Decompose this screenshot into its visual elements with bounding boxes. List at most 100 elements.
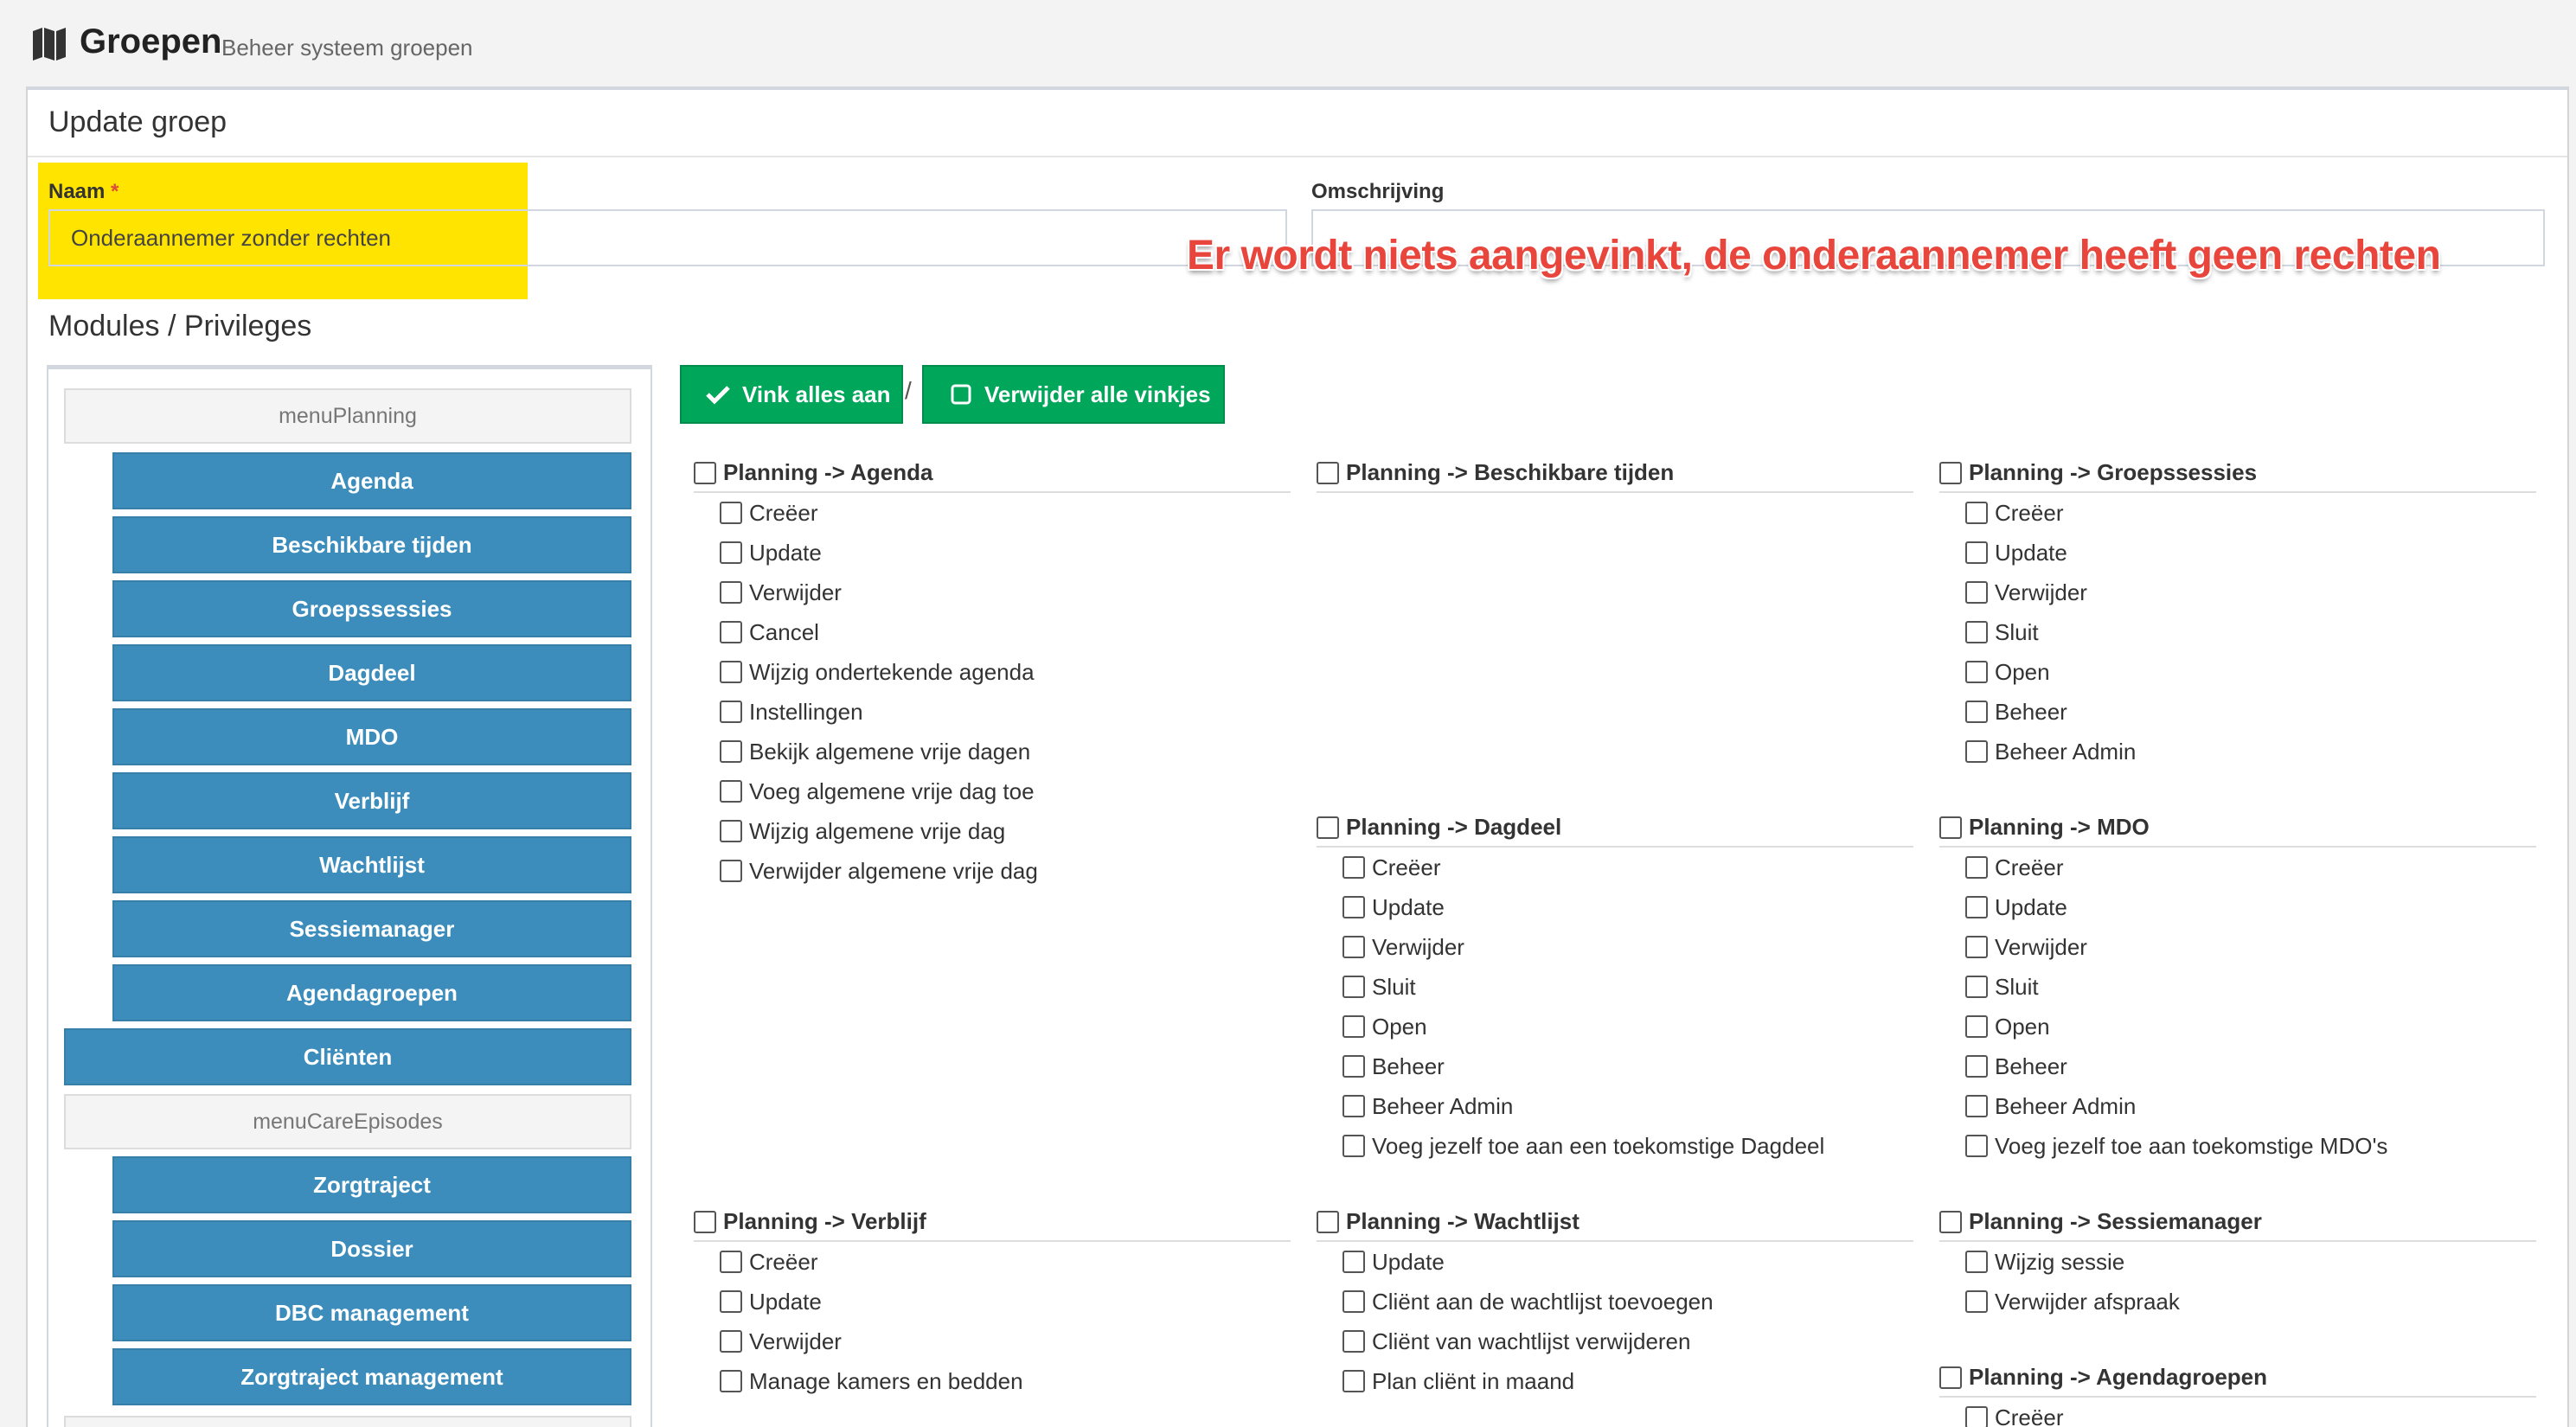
permission-item[interactable]: Wijzig ondertekende agenda [694,652,1291,692]
permission-item[interactable]: Verwijder algemene vrije dag [694,851,1291,891]
permission-item[interactable]: Creëer [694,493,1291,533]
permission-checkbox[interactable] [720,1251,742,1273]
permission-checkbox[interactable] [720,502,742,524]
permission-checkbox[interactable] [720,1330,742,1353]
group-checkbox[interactable] [694,462,716,484]
permission-checkbox[interactable] [720,581,742,604]
permission-item[interactable]: Cliënt van wachtlijst verwijderen [1317,1321,1913,1361]
permission-checkbox[interactable] [1342,976,1365,998]
sidebar-item-dossier[interactable]: Dossier [112,1220,631,1277]
permission-checkbox[interactable] [1965,701,1988,723]
sidebar-item-dbc-management[interactable]: DBC management [112,1284,631,1341]
permission-item[interactable]: Wijzig sessie [1939,1242,2536,1282]
permission-checkbox[interactable] [720,740,742,763]
permission-item[interactable]: Verwijder afspraak [1939,1282,2536,1321]
group-title[interactable]: Planning -> Agendagroepen [1939,1360,2536,1398]
permission-checkbox[interactable] [1965,541,1988,564]
permission-item[interactable]: Creëer [1939,848,2536,887]
permission-item[interactable]: Update [1317,1242,1913,1282]
permission-checkbox[interactable] [1342,1055,1365,1078]
permission-checkbox[interactable] [1342,1015,1365,1038]
permission-item[interactable]: Creëer [1939,493,2536,533]
permission-item[interactable]: Beheer Admin [1939,732,2536,771]
group-title[interactable]: Planning -> MDO [1939,809,2536,848]
permission-item[interactable]: Sluit [1939,612,2536,652]
permission-checkbox[interactable] [720,1370,742,1392]
sidebar-item-zorgtraject-management[interactable]: Zorgtraject management [112,1348,631,1405]
group-title[interactable]: Planning -> Dagdeel [1317,809,1913,848]
permission-checkbox[interactable] [720,621,742,643]
menu-header-next[interactable] [64,1416,631,1427]
permission-checkbox[interactable] [1965,740,1988,763]
sidebar-item-beschikbare-tijden[interactable]: Beschikbare tijden [112,516,631,573]
permission-item[interactable]: Cancel [694,612,1291,652]
permission-checkbox[interactable] [1965,1406,1988,1427]
permission-item[interactable]: Bekijk algemene vrije dagen [694,732,1291,771]
group-title[interactable]: Planning -> Agenda [694,455,1291,493]
permission-item[interactable]: Cliënt aan de wachtlijst toevoegen [1317,1282,1913,1321]
group-title[interactable]: Planning -> Wachtlijst [1317,1204,1913,1242]
permission-checkbox[interactable] [1965,1135,1988,1157]
group-checkbox[interactable] [1317,816,1339,839]
sidebar-item-mdo[interactable]: MDO [112,708,631,765]
group-title[interactable]: Planning -> Groepssessies [1939,455,2536,493]
permission-item[interactable]: Open [1939,1007,2536,1046]
permission-item[interactable]: Beheer [1317,1046,1913,1086]
group-checkbox[interactable] [1939,462,1962,484]
check-all-button[interactable]: Vink alles aan [680,365,903,424]
permission-item[interactable]: Verwijder [694,573,1291,612]
permission-checkbox[interactable] [720,820,742,842]
sidebar-item-dagdeel[interactable]: Dagdeel [112,644,631,701]
permission-checkbox[interactable] [1342,1370,1365,1392]
permission-item[interactable]: Update [1939,887,2536,927]
permission-item[interactable]: Update [694,533,1291,573]
permission-checkbox[interactable] [1342,856,1365,879]
permission-checkbox[interactable] [1342,1290,1365,1313]
group-checkbox[interactable] [1317,462,1339,484]
permission-checkbox[interactable] [1965,896,1988,918]
permission-checkbox[interactable] [1965,936,1988,958]
permission-item[interactable]: Creëer [694,1242,1291,1282]
permission-checkbox[interactable] [1342,896,1365,918]
sidebar-item-clienten[interactable]: Cliënten [64,1028,631,1085]
uncheck-all-button[interactable]: Verwijder alle vinkjes [922,365,1225,424]
menu-header-care-episodes[interactable]: menuCareEpisodes [64,1094,631,1149]
permission-item[interactable]: Beheer Admin [1317,1086,1913,1126]
permission-checkbox[interactable] [1342,1330,1365,1353]
permission-item[interactable]: Update [1317,887,1913,927]
permission-item[interactable]: Voeg algemene vrije dag toe [694,771,1291,811]
permission-checkbox[interactable] [1965,1015,1988,1038]
group-title[interactable]: Planning -> Sessiemanager [1939,1204,2536,1242]
permission-item[interactable]: Open [1939,652,2536,692]
permission-checkbox[interactable] [1965,976,1988,998]
permission-item[interactable]: Beheer Admin [1939,1086,2536,1126]
sidebar-item-groepssessies[interactable]: Groepssessies [112,580,631,637]
name-input[interactable]: Onderaannemer zonder rechten [48,209,1287,266]
group-title[interactable]: Planning -> Verblijf [694,1204,1291,1242]
sidebar-item-verblijf[interactable]: Verblijf [112,772,631,829]
menu-header-planning[interactable]: menuPlanning [64,388,631,444]
permission-checkbox[interactable] [720,541,742,564]
permission-checkbox[interactable] [720,780,742,803]
sidebar-item-sessiemanager[interactable]: Sessiemanager [112,900,631,957]
permission-checkbox[interactable] [1965,1055,1988,1078]
permission-item[interactable]: Sluit [1939,967,2536,1007]
sidebar-item-agendagroepen[interactable]: Agendagroepen [112,964,631,1021]
group-checkbox[interactable] [694,1211,716,1233]
sidebar-item-wachtlijst[interactable]: Wachtlijst [112,836,631,893]
permission-item[interactable]: Instellingen [694,692,1291,732]
permission-item[interactable]: Beheer [1939,692,2536,732]
permission-item[interactable]: Open [1317,1007,1913,1046]
permission-item[interactable]: Plan cliënt in maand [1317,1361,1913,1401]
permission-item[interactable]: Voeg jezelf toe aan toekomstige MDO's [1939,1126,2536,1166]
permission-item[interactable]: Verwijder [1939,573,2536,612]
permission-checkbox[interactable] [1342,936,1365,958]
permission-checkbox[interactable] [1342,1135,1365,1157]
permission-item[interactable]: Wijzig algemene vrije dag [694,811,1291,851]
permission-item[interactable]: Creëer [1939,1398,2536,1427]
permission-checkbox[interactable] [1965,1095,1988,1117]
permission-item[interactable]: Update [694,1282,1291,1321]
permission-item[interactable]: Creëer [1317,848,1913,887]
permission-checkbox[interactable] [1965,1290,1988,1313]
permission-checkbox[interactable] [1342,1251,1365,1273]
